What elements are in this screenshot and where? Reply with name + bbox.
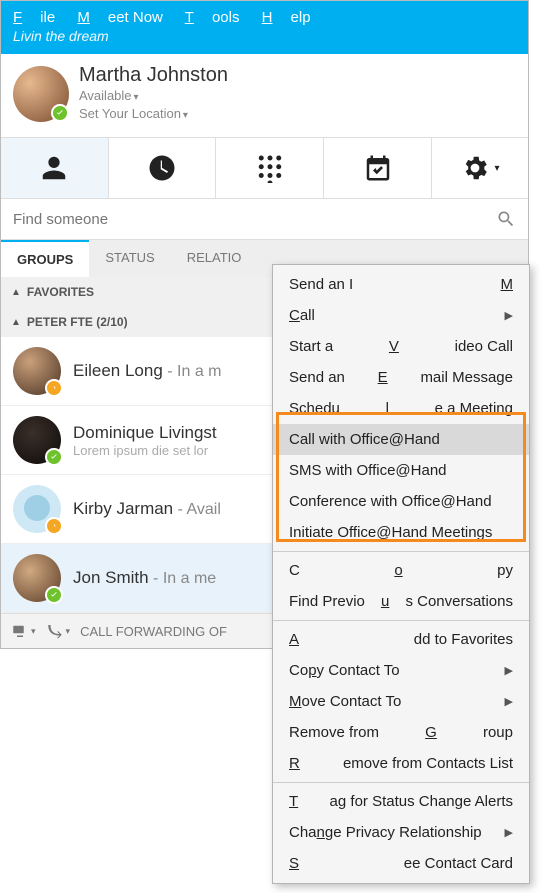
tab-status[interactable]: STATUS	[89, 240, 170, 277]
profile-header: Martha Johnston Available▾ Set Your Loca…	[1, 54, 528, 137]
menu-send-im[interactable]: Send an IM	[273, 269, 529, 300]
menu-schedule-meeting[interactable]: Schedule a Meeting	[273, 393, 529, 424]
tab-relations[interactable]: RELATIO	[171, 240, 258, 277]
menu-initiate-officeathand-meetings[interactable]: Initiate Office@Hand Meetings	[273, 517, 529, 548]
menu-file[interactable]: File	[13, 9, 55, 26]
context-menu: Send an IM Call▶ Start a Video Call Send…	[272, 264, 530, 884]
menu-move-contact-to[interactable]: Move Contact To▶	[273, 686, 529, 717]
menu-tag-status-alerts[interactable]: Tag for Status Change Alerts	[273, 786, 529, 817]
search-icon[interactable]	[496, 209, 516, 229]
menu-change-privacy[interactable]: Change Privacy Relationship▶	[273, 817, 529, 848]
profile-name: Martha Johnston	[79, 64, 228, 87]
menu-see-contact-card[interactable]: See Contact Card	[273, 848, 529, 879]
group-favorites-label: FAVORITES	[27, 285, 94, 299]
settings-dropdown[interactable]: ▾	[432, 138, 528, 198]
menu-separator	[273, 620, 529, 621]
status-message[interactable]: Livin the dream	[13, 26, 516, 50]
device-icon	[11, 622, 29, 640]
tab-calendar[interactable]	[324, 138, 432, 198]
contact-name: Eileen Long	[73, 361, 163, 380]
menu-video-call[interactable]: Start a Video Call	[273, 331, 529, 362]
menu-call[interactable]: Call▶	[273, 300, 529, 331]
avatar	[13, 416, 61, 464]
avatar[interactable]	[13, 66, 69, 122]
menu-help[interactable]: Help	[262, 9, 311, 26]
person-icon	[39, 153, 69, 183]
forward-label: CALL FORWARDING OF	[80, 624, 227, 639]
tab-recent[interactable]	[109, 138, 217, 198]
group-peter-label: PETER FTE (2/10)	[27, 315, 128, 329]
menu-remove-from-list[interactable]: Remove from Contacts List	[273, 748, 529, 779]
forward-dropdown[interactable]: ▾	[46, 622, 71, 640]
menu-copy-contact-to[interactable]: Copy Contact To▶	[273, 655, 529, 686]
menu-sms-officeathand[interactable]: SMS with Office@Hand	[273, 455, 529, 486]
location-dropdown[interactable]: Set Your Location▾	[79, 105, 228, 123]
avatar	[13, 347, 61, 395]
menu-call-officeathand[interactable]: Call with Office@Hand	[273, 424, 529, 455]
contact-name: Jon Smith	[73, 568, 149, 587]
tab-groups[interactable]: GROUPS	[1, 240, 89, 277]
presence-away-icon	[45, 517, 63, 535]
menu-copy[interactable]: Copy	[273, 555, 529, 586]
collapse-icon: ▲	[11, 317, 21, 328]
menu-meet-now[interactable]: Meet Now	[77, 9, 163, 26]
dialpad-icon	[255, 153, 285, 183]
collapse-icon: ▲	[11, 287, 21, 298]
menu-separator	[273, 551, 529, 552]
avatar	[13, 554, 61, 602]
tab-dialpad[interactable]	[216, 138, 324, 198]
calendar-icon	[363, 153, 393, 183]
presence-dropdown[interactable]: Available▾	[79, 87, 228, 105]
nav-icon-tabs: ▾	[1, 137, 528, 199]
menu-conference-officeathand[interactable]: Conference with Office@Hand	[273, 486, 529, 517]
menubar: File Meet Now Tools Help Livin the dream	[1, 1, 528, 54]
contact-status: - Avail	[173, 501, 221, 518]
presence-away-icon	[45, 379, 63, 397]
menu-tools[interactable]: Tools	[185, 9, 240, 26]
search-bar	[1, 199, 528, 240]
menu-send-email[interactable]: Send an Email Message	[273, 362, 529, 393]
forward-icon	[46, 622, 64, 640]
menu-add-favorites[interactable]: Add to Favorites	[273, 624, 529, 655]
device-dropdown[interactable]: ▾	[11, 622, 36, 640]
menu-find-previous[interactable]: Find Previous Conversations	[273, 586, 529, 617]
search-input[interactable]	[13, 211, 496, 228]
presence-available-icon	[45, 586, 63, 604]
gear-icon	[460, 153, 490, 183]
avatar	[13, 485, 61, 533]
presence-available-icon	[45, 448, 63, 466]
contact-name: Kirby Jarman	[73, 499, 173, 518]
contact-name: Dominique Livingst	[73, 423, 217, 442]
contact-status: - In a m	[163, 363, 222, 380]
contact-status: - In a me	[149, 570, 217, 587]
menu-separator	[273, 782, 529, 783]
menu-remove-from-group[interactable]: Remove from Group	[273, 717, 529, 748]
clock-icon	[147, 153, 177, 183]
presence-available-icon	[51, 104, 69, 122]
tab-contacts[interactable]	[1, 138, 109, 198]
